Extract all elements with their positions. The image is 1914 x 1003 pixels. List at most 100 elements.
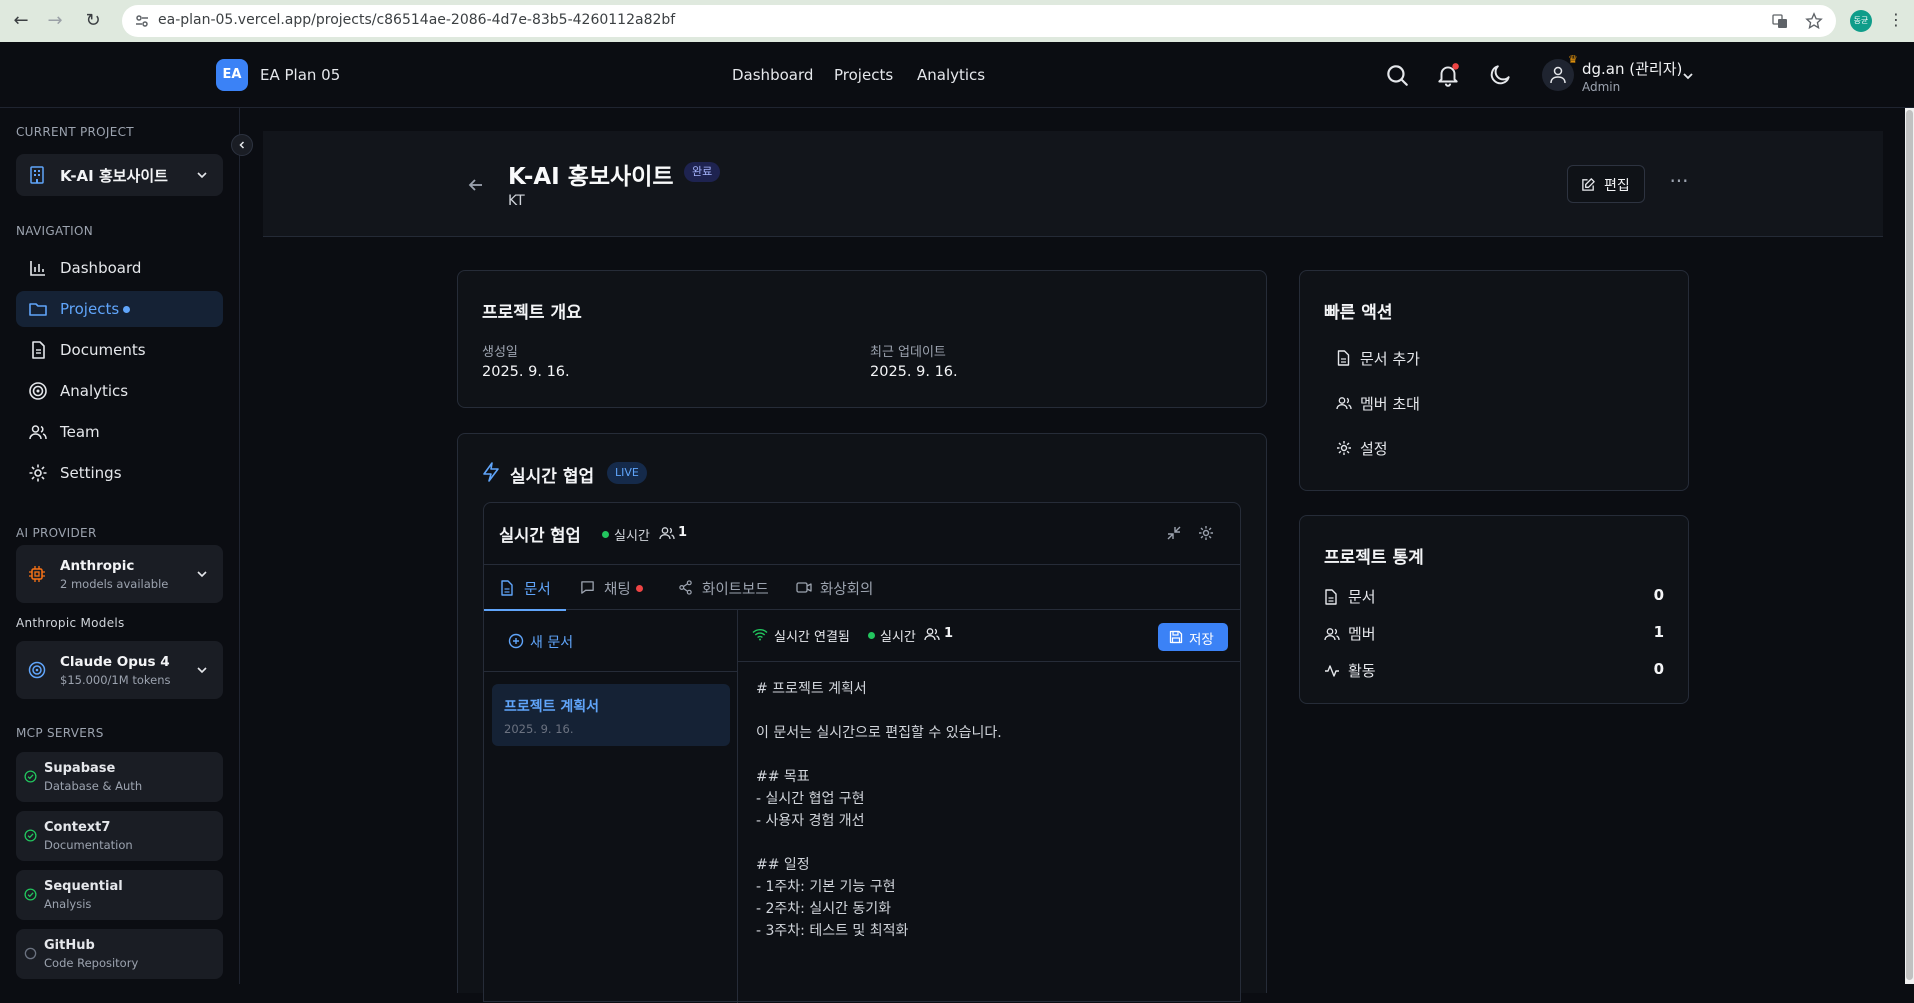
notification-bell-icon[interactable] bbox=[1435, 62, 1461, 88]
more-options-icon[interactable]: ··· bbox=[1663, 169, 1695, 199]
back-arrow-icon[interactable] bbox=[466, 175, 486, 195]
tab-video-meeting[interactable]: 화상회의 bbox=[796, 565, 896, 611]
app-name[interactable]: EA Plan 05 bbox=[260, 66, 340, 84]
sidebar-item-documents[interactable]: Documents bbox=[16, 332, 223, 368]
editor-line: - 사용자 경험 개선 bbox=[756, 813, 865, 829]
bookmark-star-icon[interactable] bbox=[1805, 12, 1823, 30]
edit-button[interactable]: 편집 bbox=[1567, 165, 1645, 203]
project-overview-card: 프로젝트 개요 생성일 2025. 9. 16. 최근 업데이트 2025. 9… bbox=[457, 270, 1267, 408]
sidebar-item-dashboard[interactable]: Dashboard bbox=[16, 250, 223, 286]
sidebar-collapse-button[interactable] bbox=[231, 134, 253, 156]
forward-arrow-icon[interactable]: → bbox=[42, 8, 68, 34]
quick-actions-card: 빠른 액션 문서 추가 멤버 초대 설정 bbox=[1299, 270, 1689, 491]
sidebar-item-label: Projects bbox=[60, 300, 120, 318]
sidebar-item-analytics[interactable]: Analytics bbox=[16, 373, 223, 409]
gear-icon[interactable] bbox=[1198, 525, 1214, 541]
scrollbar-thumb[interactable] bbox=[1906, 110, 1913, 980]
active-indicator-dot bbox=[123, 306, 130, 313]
reload-icon[interactable]: ↻ bbox=[80, 8, 106, 34]
document-list-item[interactable]: 프로젝트 계획서 2025. 9. 16. bbox=[492, 684, 730, 746]
document-icon bbox=[1325, 589, 1337, 605]
topnav-analytics[interactable]: Analytics bbox=[917, 66, 985, 84]
provider-name: Anthropic bbox=[60, 558, 135, 574]
tab-chat[interactable]: 채팅 bbox=[580, 565, 652, 611]
minimize-icon[interactable] bbox=[1166, 525, 1182, 541]
markdown-editor[interactable]: # 프로젝트 계획서 이 문서는 실시간으로 편집할 수 있습니다. ## 목표… bbox=[738, 663, 1240, 1003]
add-document-action[interactable]: 문서 추가 bbox=[1324, 341, 1664, 375]
mcp-server-description: Database & Auth bbox=[44, 779, 143, 793]
chevron-down-icon[interactable] bbox=[1681, 69, 1695, 83]
save-button[interactable]: 저장 bbox=[1158, 623, 1228, 651]
app-logo[interactable]: EA bbox=[216, 59, 248, 91]
project-selector[interactable]: K-AI 홍보사이트 bbox=[16, 154, 223, 196]
folder-icon bbox=[29, 303, 47, 316]
ai-provider-selector[interactable]: Anthropic 2 models available bbox=[16, 545, 223, 603]
stat-value: 1 bbox=[1653, 623, 1664, 641]
sidebar-item-settings[interactable]: Settings bbox=[16, 455, 223, 491]
sidebar-item-label: Dashboard bbox=[60, 259, 142, 277]
document-icon bbox=[32, 341, 45, 359]
save-button-label: 저장 bbox=[1189, 632, 1214, 648]
user-name[interactable]: dg.an (관리자) bbox=[1582, 58, 1682, 79]
action-label: 문서 추가 bbox=[1360, 350, 1420, 368]
editor-pane: 실시간 연결됨 실시간 1 저장 # 프로젝트 계획서 이 문서는 실시간으로 … bbox=[738, 610, 1240, 1003]
model-price: $15.000/1M tokens bbox=[60, 673, 171, 687]
ai-provider-heading: AI PROVIDER bbox=[16, 526, 97, 540]
mcp-server-context7[interactable]: Context7 Documentation bbox=[16, 811, 223, 861]
settings-action[interactable]: 설정 bbox=[1324, 431, 1664, 465]
invite-member-action[interactable]: 멤버 초대 bbox=[1324, 386, 1664, 420]
document-icon bbox=[1337, 350, 1350, 366]
profile-avatar[interactable]: 동균 bbox=[1850, 10, 1872, 32]
document-date: 2025. 9. 16. bbox=[504, 722, 574, 736]
mcp-server-supabase[interactable]: Supabase Database & Auth bbox=[16, 752, 223, 802]
video-camera-icon bbox=[796, 582, 812, 593]
action-label: 설정 bbox=[1360, 440, 1388, 458]
current-project-name: K-AI 홍보사이트 bbox=[60, 167, 168, 185]
tab-label: 문서 bbox=[524, 582, 551, 598]
sidebar: CURRENT PROJECT K-AI 홍보사이트 NAVIGATION Da… bbox=[0, 108, 253, 984]
created-value: 2025. 9. 16. bbox=[482, 364, 570, 380]
mcp-server-description: Code Repository bbox=[44, 956, 139, 970]
online-status-dot bbox=[602, 531, 609, 538]
check-circle-icon bbox=[24, 770, 37, 783]
current-project-heading: CURRENT PROJECT bbox=[16, 125, 134, 139]
updated-value: 2025. 9. 16. bbox=[870, 364, 958, 380]
crown-icon: ♛ bbox=[1568, 53, 1578, 66]
translate-icon[interactable] bbox=[1772, 13, 1788, 29]
action-label: 멤버 초대 bbox=[1360, 395, 1420, 413]
lightning-icon bbox=[483, 462, 499, 482]
url-text[interactable]: ea-plan-05.vercel.app/projects/c86514ae-… bbox=[158, 12, 675, 28]
user-icon bbox=[1550, 66, 1566, 84]
sidebar-item-team[interactable]: Team bbox=[16, 414, 223, 450]
stat-label: 멤버 bbox=[1348, 625, 1376, 643]
divider bbox=[484, 671, 737, 672]
mcp-server-github[interactable]: GitHub Code Repository bbox=[16, 929, 223, 979]
realtime-status-label: 실시간 bbox=[880, 630, 916, 645]
stat-label: 문서 bbox=[1348, 588, 1376, 606]
stat-label: 활동 bbox=[1348, 662, 1376, 680]
topnav-projects[interactable]: Projects bbox=[834, 66, 893, 84]
back-arrow-icon[interactable]: ← bbox=[8, 8, 34, 34]
tab-label: 화상회의 bbox=[820, 582, 874, 598]
browser-menu-icon[interactable]: ⋮ bbox=[1888, 10, 1904, 29]
address-bar[interactable]: ea-plan-05.vercel.app/projects/c86514ae-… bbox=[122, 5, 1836, 37]
sidebar-item-projects[interactable]: Projects bbox=[16, 291, 223, 327]
provider-models-count: 2 models available bbox=[60, 577, 169, 591]
site-info-icon[interactable] bbox=[134, 13, 150, 29]
topnav-dashboard[interactable]: Dashboard bbox=[732, 66, 813, 84]
edit-pencil-icon bbox=[1582, 178, 1595, 191]
tab-documents[interactable]: 문서 bbox=[484, 565, 566, 611]
project-organization: KT bbox=[508, 193, 525, 209]
tab-whiteboard[interactable]: 화이트보드 bbox=[678, 565, 778, 611]
project-title: K-AI 홍보사이트 bbox=[508, 164, 674, 190]
dark-mode-moon-icon[interactable] bbox=[1487, 62, 1513, 88]
mcp-server-sequential[interactable]: Sequential Analysis bbox=[16, 870, 223, 920]
model-selector[interactable]: Claude Opus 4 $15.000/1M tokens bbox=[16, 641, 223, 699]
mcp-servers-heading: MCP SERVERS bbox=[16, 726, 104, 740]
disconnected-circle-icon bbox=[24, 947, 37, 960]
search-icon[interactable] bbox=[1384, 62, 1410, 88]
bar-chart-icon bbox=[30, 261, 45, 276]
gear-icon bbox=[1337, 441, 1351, 455]
check-circle-icon bbox=[24, 888, 37, 901]
page-scrollbar[interactable] bbox=[1905, 108, 1914, 984]
